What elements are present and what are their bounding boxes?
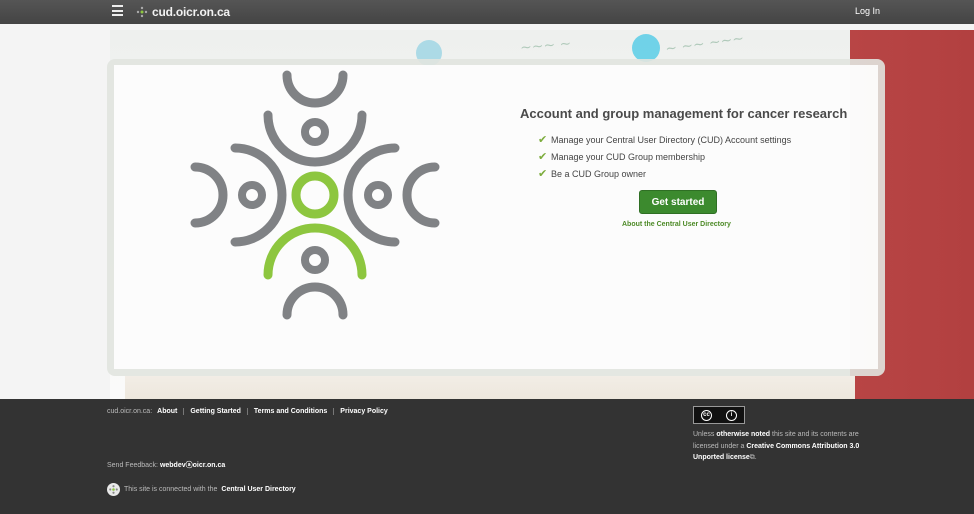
- top-bar: cud.oicr.on.ca Log In: [0, 0, 974, 24]
- feature-text: Be a CUD Group owner: [551, 168, 647, 179]
- check-icon: ✔: [538, 168, 548, 180]
- brand-name[interactable]: cud.oicr.on.ca: [152, 5, 230, 19]
- background-dot: [632, 34, 660, 62]
- external-link-icon: ⧉: [749, 454, 755, 461]
- connected-name: Central User Directory: [221, 486, 296, 493]
- login-link[interactable]: Log In: [855, 6, 880, 16]
- feature-item: ✔ Manage your CUD Group membership: [538, 148, 791, 165]
- feature-item: ✔ Be a CUD Group owner: [538, 165, 791, 182]
- footer-link-privacy[interactable]: Privacy Policy: [333, 408, 393, 415]
- connected-text: This site is connected with the: [124, 486, 218, 493]
- feature-item: ✔ Manage your Central User Directory (CUD…: [538, 131, 791, 148]
- hamburger-icon[interactable]: [112, 5, 123, 16]
- get-started-button[interactable]: Get started: [639, 190, 717, 214]
- footer: cud.oicr.on.ca: About Getting Started Te…: [0, 399, 974, 514]
- whiteboard-ledge: [125, 376, 855, 399]
- feedback-email-link[interactable]: webdevⓐoicr.on.ca: [160, 462, 225, 469]
- footer-link-getting-started[interactable]: Getting Started: [183, 408, 247, 415]
- cud-logo-icon: [136, 6, 148, 18]
- license-bold: otherwise noted: [716, 431, 771, 438]
- check-icon: ✔: [538, 151, 548, 163]
- feature-text: Manage your CUD Group membership: [551, 151, 706, 162]
- cc-icon: cc: [701, 409, 712, 421]
- feature-text: Manage your Central User Directory (CUD)…: [551, 134, 792, 145]
- brand[interactable]: cud.oicr.on.ca: [136, 4, 230, 20]
- hero-headline: Account and group management for cancer …: [520, 106, 848, 121]
- cud-brand-logo: [190, 70, 440, 320]
- hero: ~ ~~ ~~~ ~~~ ~ Account and group managem…: [0, 24, 974, 399]
- cud-small-logo-icon: [107, 483, 120, 496]
- creative-commons-badge[interactable]: cc i: [693, 406, 745, 424]
- about-cud-link[interactable]: About the Central User Directory: [622, 221, 731, 228]
- attribution-icon: i: [726, 409, 737, 421]
- feedback-line: Send Feedback: webdevⓐoicr.on.ca: [107, 460, 225, 470]
- footer-link-about[interactable]: About: [157, 408, 183, 415]
- check-icon: ✔: [538, 134, 548, 146]
- footer-link-terms[interactable]: Terms and Conditions: [246, 408, 333, 415]
- footer-host: cud.oicr.on.ca:: [107, 408, 153, 415]
- connected-line: This site is connected with the Central …: [107, 483, 296, 496]
- license-text: Unless otherwise noted this site and its…: [693, 431, 860, 461]
- license-prefix: Unless: [693, 431, 715, 438]
- feedback-label: Send Feedback:: [107, 462, 158, 469]
- footer-nav: cud.oicr.on.ca: About Getting Started Te…: [107, 408, 394, 415]
- feature-list: ✔ Manage your Central User Directory (CUD…: [538, 131, 791, 182]
